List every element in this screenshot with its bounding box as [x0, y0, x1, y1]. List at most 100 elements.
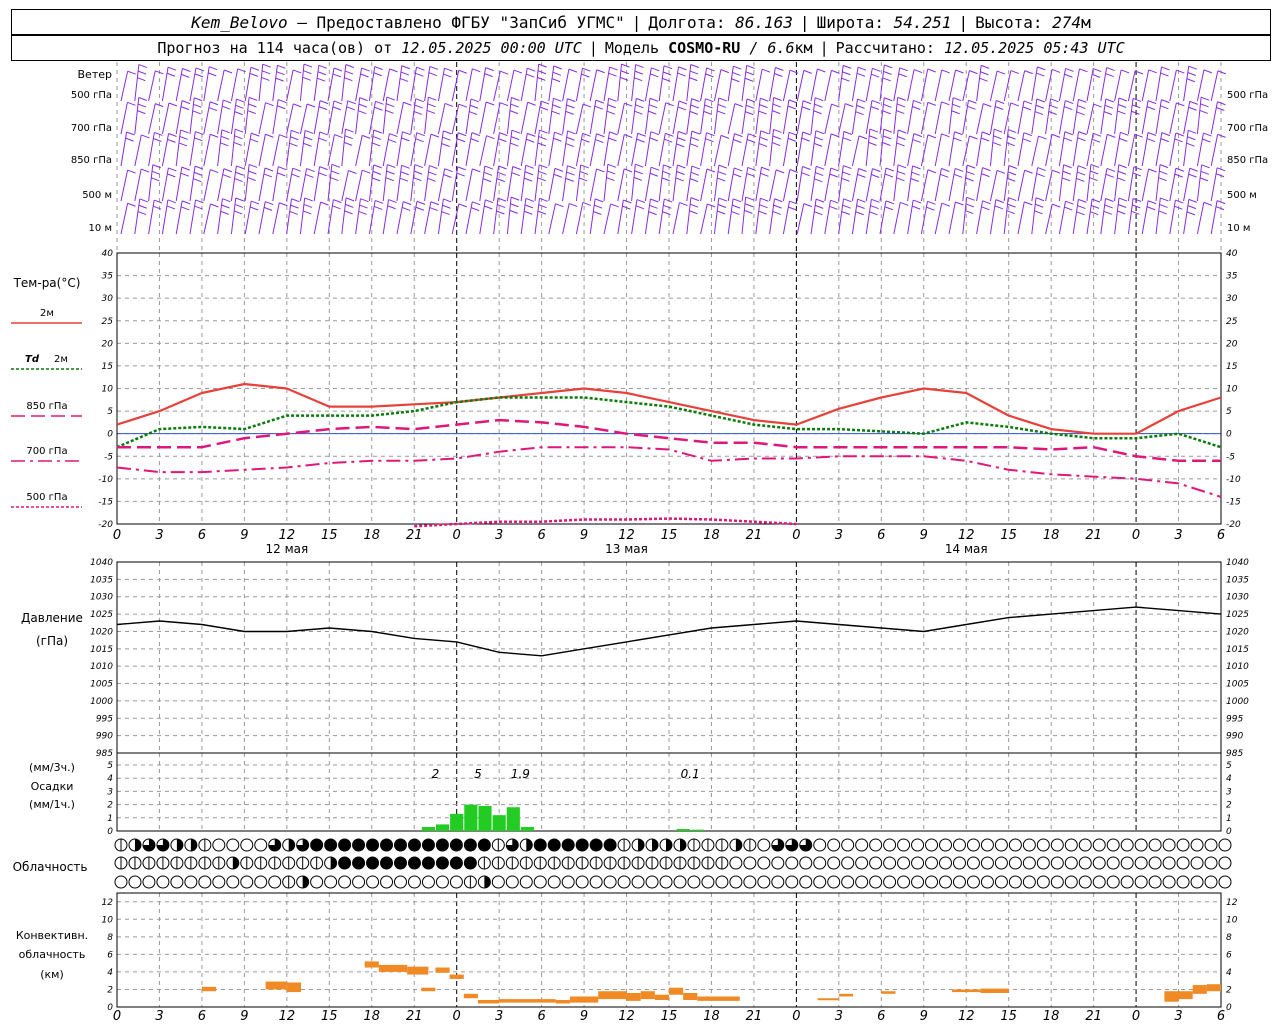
wind-barb-flag — [761, 166, 770, 171]
wind-barb-flag — [304, 129, 314, 134]
wind-barb-staff — [1072, 131, 1080, 167]
wind-barb-flag — [1064, 131, 1074, 136]
wind-barb-flag — [388, 199, 397, 204]
y-tick-label: 15 — [1226, 362, 1238, 372]
wind-barb-flag — [596, 69, 605, 74]
day-label: 14 мая — [945, 542, 988, 556]
wind-barb-flag — [140, 168, 150, 173]
y-tick-label: 2 — [107, 801, 113, 811]
wind-barb-flag — [362, 169, 371, 174]
pressure-panel: 985 985990 990995 9951000 10001005 10051010 10… — [21, 558, 1249, 759]
wind-barb-flag — [1199, 109, 1208, 114]
wind-barb-flag — [524, 171, 534, 176]
wind-barb-flag — [265, 201, 274, 206]
wind-barb-flag — [223, 168, 233, 173]
wind-barb-staff — [120, 131, 128, 167]
wind-barb-flag — [568, 68, 578, 73]
wind-barb-staff — [976, 65, 982, 102]
wind-barb-staff — [534, 130, 540, 167]
wind-barb-flag — [595, 99, 605, 104]
wind-barb-flag — [732, 204, 741, 209]
wind-barb-staff — [879, 64, 885, 102]
wind-barb-staff — [727, 167, 735, 202]
wind-barb-flag — [194, 205, 203, 210]
wind-barb-flag — [762, 68, 771, 73]
wind-barb-staff — [741, 65, 748, 102]
wind-barb-flag — [415, 98, 424, 103]
wind-barb-flag — [413, 177, 422, 182]
legend-td-prefix: Td — [25, 354, 40, 365]
wind-barb-staff — [769, 198, 775, 235]
cloud-cover-circle — [1050, 875, 1064, 889]
x-tick-label: 0 — [792, 528, 800, 543]
wind-barb-flag — [139, 198, 148, 203]
wind-barb-staff — [865, 129, 871, 167]
wind-barb-staff — [700, 98, 706, 135]
wind-barb-flag — [399, 77, 409, 82]
wind-barb-flag — [1175, 199, 1184, 204]
wind-barb-staff — [934, 133, 942, 167]
wind-barb-flag — [689, 203, 699, 208]
wind-barb-flag — [1217, 70, 1227, 75]
wind-barb-staff — [1169, 132, 1177, 167]
temp-series-line-4 — [414, 517, 797, 528]
wind-barb-staff — [1196, 97, 1202, 135]
wind-barb-staff — [534, 100, 542, 135]
legend-label: 2м — [54, 354, 68, 365]
cloud-cover-circle — [1064, 838, 1078, 852]
wind-barb-flag — [759, 204, 768, 209]
wind-barb-flag — [427, 103, 436, 108]
wind-barb-staff — [989, 129, 995, 167]
wind-barb-flag — [815, 130, 825, 135]
cloud-cover-circle — [925, 875, 939, 889]
wind-barb-flag — [443, 198, 452, 203]
wind-barb-flag — [678, 130, 687, 135]
wind-barb-flag — [1093, 68, 1102, 73]
wind-barb-staff — [1045, 204, 1053, 235]
wind-barb-flag — [485, 67, 494, 72]
wind-barb-staff — [230, 197, 237, 235]
wind-barb-staff — [686, 64, 692, 102]
y-tick-label: 1035 — [90, 575, 113, 585]
wind-barb-flag — [345, 128, 354, 133]
wind-barb-flag — [759, 136, 769, 141]
wind-barb-flag — [817, 68, 826, 73]
wind-barb-flag — [981, 131, 991, 136]
wind-barb-flag — [1146, 138, 1156, 143]
wind-barb-staff — [617, 103, 625, 135]
wind-barb-staff — [934, 168, 942, 202]
y-tick-label: 20 — [1226, 339, 1238, 349]
wind-barb-flag — [524, 204, 534, 209]
wind-barb-staff — [727, 133, 735, 167]
wind-barb-flag — [127, 70, 136, 75]
cloud-cover-circle — [994, 875, 1008, 889]
wind-barb-flag — [303, 203, 313, 208]
wind-barb-flag — [582, 201, 592, 206]
wind-barb-flag — [192, 110, 201, 115]
wind-barb-flag — [994, 106, 1004, 110]
wind-barb-flag — [332, 106, 342, 111]
wind-barb-staff — [203, 169, 211, 202]
wind-barb-flag — [1159, 203, 1168, 208]
wind-barb-flag — [717, 103, 727, 108]
wind-barb-staff — [299, 197, 306, 235]
wind-barb-flag — [248, 103, 257, 108]
cloud-cover-circle — [715, 875, 729, 889]
wind-barb-flag — [1022, 106, 1032, 111]
wind-barb-flag — [235, 104, 244, 109]
wind-barb-flag — [706, 132, 715, 137]
day-label: 13 мая — [605, 542, 648, 556]
wind-level-label: 10 м — [1227, 223, 1250, 234]
wind-barb-flag — [151, 177, 160, 182]
cloud-cover-circle — [757, 838, 771, 852]
pressure-title: Давление — [21, 611, 83, 625]
wind-barb-flag — [401, 137, 410, 142]
cloud-cover-half — [330, 857, 337, 869]
wind-barb-staff — [548, 98, 554, 135]
precip-title: Осадки — [31, 780, 74, 793]
wind-barb-staff — [175, 129, 182, 167]
wind-barb-flag — [596, 133, 605, 138]
wind-barb-flag — [1176, 102, 1185, 107]
wind-barb-flag — [167, 138, 176, 143]
wind-barb-staff — [1072, 68, 1080, 102]
